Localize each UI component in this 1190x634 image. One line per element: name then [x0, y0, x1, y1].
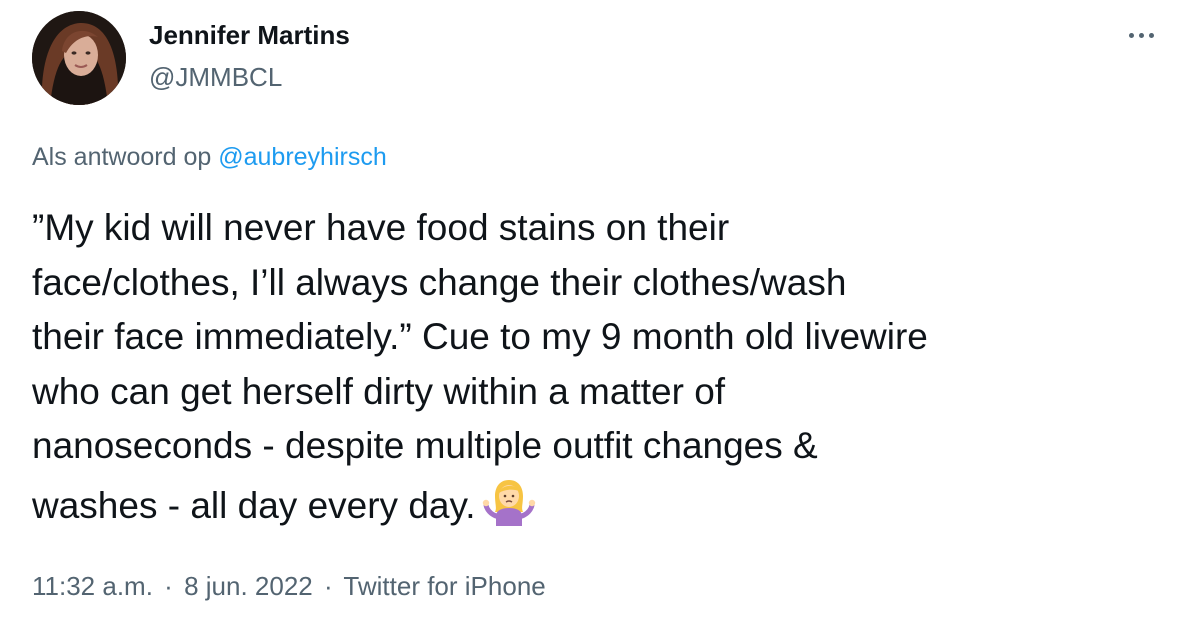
- person-shrugging-emoji: [482, 479, 535, 526]
- tweet-date[interactable]: 8 jun. 2022: [184, 571, 313, 601]
- more-dot: [1138, 32, 1144, 38]
- author-display-name[interactable]: Jennifer Martins: [149, 18, 350, 52]
- tweet-body: ”My kid will never have food stains on t…: [32, 207, 928, 526]
- author-handle[interactable]: @JMMBCL: [149, 60, 282, 94]
- meta-separator: ·: [323, 571, 333, 601]
- avatar[interactable]: [32, 11, 126, 105]
- tweet-metadata: 11:32 a.m. · 8 jun. 2022 · Twitter for i…: [32, 568, 546, 604]
- tweet-source[interactable]: Twitter for iPhone: [343, 571, 545, 601]
- more-dot: [1128, 32, 1134, 38]
- reply-context: Als antwoord op @aubreyhirsch: [32, 140, 387, 174]
- more-dot: [1148, 32, 1154, 38]
- reply-prefix: Als antwoord op: [32, 143, 212, 171]
- meta-separator: ·: [164, 571, 173, 601]
- more-options-icon[interactable]: [1118, 22, 1164, 48]
- tweet-text: ”My kid will never have food stains on t…: [32, 201, 1172, 534]
- reply-mention-link[interactable]: @aubreyhirsch: [218, 143, 387, 171]
- tweet-time[interactable]: 11:32 a.m.: [32, 571, 153, 601]
